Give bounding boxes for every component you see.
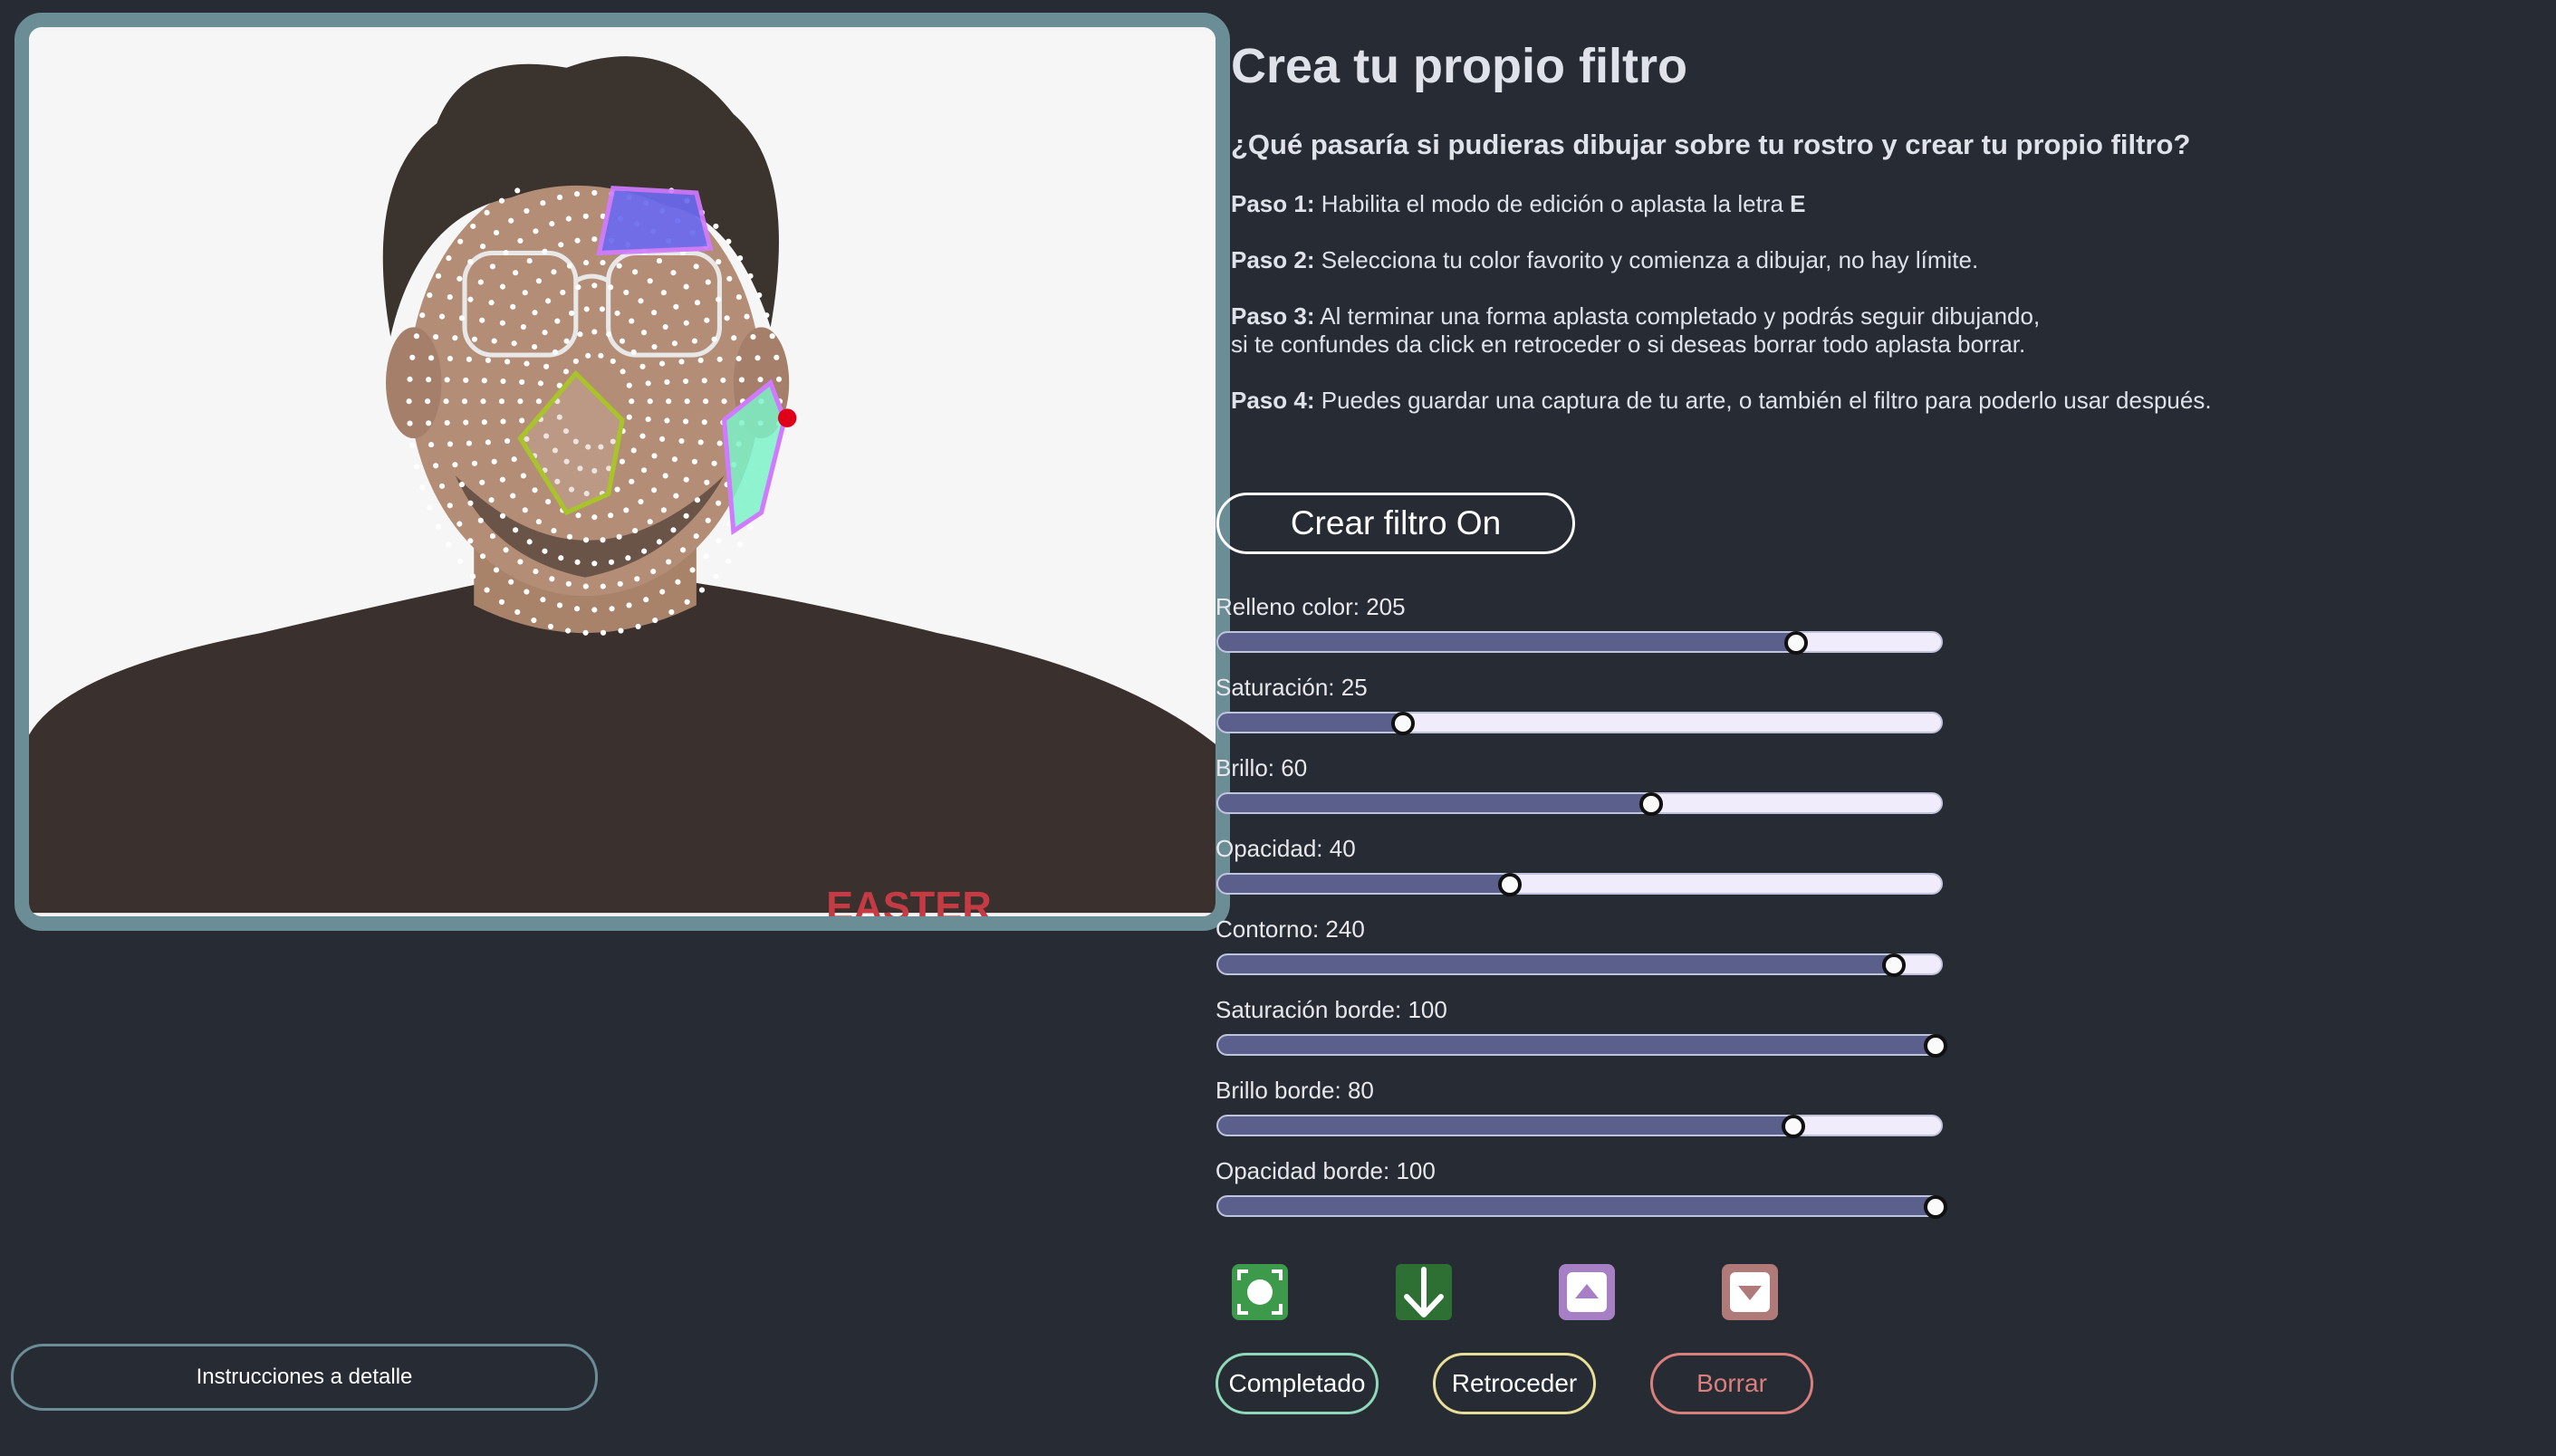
slider-label: Saturación: 25 <box>1216 674 1368 701</box>
load-filter-button[interactable] <box>1722 1264 1778 1320</box>
back-button[interactable]: Retroceder <box>1433 1353 1596 1414</box>
camera-view[interactable]: EASTER <box>14 13 1230 931</box>
screenshot-button[interactable] <box>1232 1264 1288 1320</box>
slider-fill <box>1218 633 1800 651</box>
screenshot-icon <box>1232 1264 1288 1320</box>
slider-label: Brillo: 60 <box>1216 754 1308 781</box>
slider-track[interactable] <box>1216 792 1943 816</box>
load-icon <box>1722 1264 1778 1320</box>
slider-track[interactable] <box>1216 1115 1943 1138</box>
upload-filter-button[interactable] <box>1559 1264 1615 1320</box>
step-label: Paso 3: <box>1231 302 1315 330</box>
upload-icon <box>1559 1264 1615 1320</box>
slider-track[interactable] <box>1216 953 1943 977</box>
page-title: Crea tu propio filtro <box>1231 39 1687 93</box>
slider-fill <box>1218 1116 1797 1135</box>
slider-track[interactable] <box>1216 873 1943 896</box>
slider-thumb[interactable] <box>1391 712 1415 735</box>
step-2: Paso 2: Selecciona tu color favorito y c… <box>1231 246 1978 274</box>
slider-fill <box>1218 1036 1941 1054</box>
slider-label: Brillo borde: 80 <box>1216 1077 1374 1104</box>
slider-fill <box>1218 794 1652 812</box>
completed-button[interactable]: Completado <box>1216 1353 1379 1414</box>
slider-label: Opacidad borde: 100 <box>1216 1157 1436 1184</box>
clear-button[interactable]: Borrar <box>1650 1353 1813 1414</box>
slider-label: Relleno color: 205 <box>1216 593 1406 620</box>
slider-track[interactable] <box>1216 712 1943 735</box>
slider-thumb[interactable] <box>1639 792 1664 816</box>
step-text: Habilita el modo de edición o aplasta la… <box>1314 190 1791 217</box>
step-label: Paso 2: <box>1231 246 1315 273</box>
download-icon <box>1396 1264 1452 1320</box>
slider-thumb[interactable] <box>1924 1034 1947 1058</box>
slider-label: Contorno: 240 <box>1216 915 1365 943</box>
step-key: E <box>1790 190 1806 217</box>
step-text-line2: si te confundes da click en retroceder o… <box>1231 330 2026 358</box>
slider-label: Saturación borde: 100 <box>1216 996 1447 1023</box>
slider-thumb[interactable] <box>1497 873 1522 896</box>
create-filter-toggle[interactable]: Crear filtro On <box>1216 493 1575 554</box>
slider-track[interactable] <box>1216 1034 1947 1058</box>
step-label: Paso 1: <box>1231 190 1315 217</box>
step-label: Paso 4: <box>1231 387 1315 414</box>
slider-thumb[interactable] <box>1924 1195 1947 1219</box>
step-1: Paso 1: Habilita el modo de edición o ap… <box>1231 190 1806 218</box>
slider-fill <box>1218 1197 1941 1215</box>
slider-thumb[interactable] <box>1881 953 1906 977</box>
slider-thumb[interactable] <box>1784 631 1809 655</box>
slider-thumb[interactable] <box>1782 1115 1806 1138</box>
step-text: Al terminar una forma aplasta completado… <box>1314 302 2041 330</box>
slider-fill <box>1218 955 1899 973</box>
slider-track[interactable] <box>1216 631 1943 655</box>
shirt-text: EASTER <box>826 883 992 916</box>
slider-track[interactable] <box>1216 1195 1947 1219</box>
step-text: Puedes guardar una captura de tu arte, o… <box>1314 387 2212 414</box>
slider-fill <box>1218 714 1399 732</box>
step-3: Paso 3: Al terminar una forma aplasta co… <box>1231 302 2040 359</box>
instructions-button[interactable]: Instrucciones a detalle <box>11 1344 598 1411</box>
step-text: Selecciona tu color favorito y comienza … <box>1314 246 1979 273</box>
slider-label: Opacidad: 40 <box>1216 835 1356 862</box>
subtitle: ¿Qué pasaría si pudieras dibujar sobre t… <box>1231 129 2191 160</box>
download-filter-button[interactable] <box>1396 1264 1452 1320</box>
step-4: Paso 4: Puedes guardar una captura de tu… <box>1231 387 2212 415</box>
slider-fill <box>1218 875 1508 893</box>
